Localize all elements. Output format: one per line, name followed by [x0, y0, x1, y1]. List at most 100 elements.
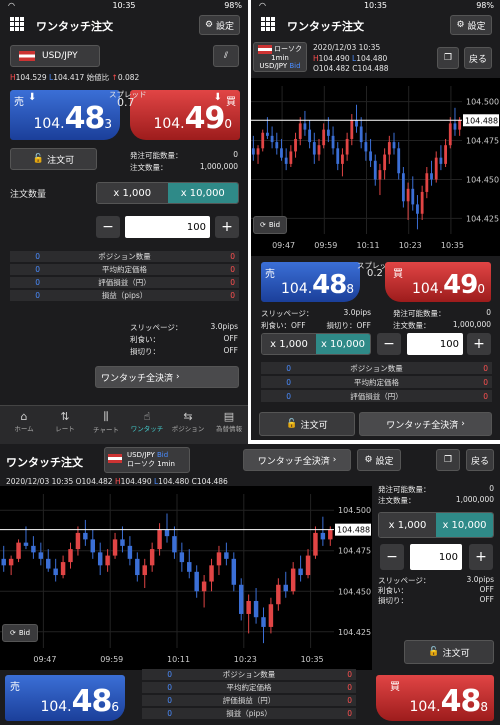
candle-body [201, 581, 207, 592]
candle-body [283, 584, 288, 592]
candle-body [364, 142, 368, 152]
candle-body [149, 549, 155, 566]
candle-body [253, 600, 259, 618]
candle-body [276, 584, 281, 605]
candle-body [209, 565, 214, 582]
symbol-selector[interactable]: USD/JPY [10, 45, 100, 67]
x-tick-label: 10:11 [167, 655, 190, 664]
current-price-label: 104.488 [465, 116, 498, 125]
sell-button[interactable]: 売 104.486 [5, 675, 125, 721]
minus-button[interactable]: − [380, 544, 404, 570]
tab-icon: ⫼ [103, 410, 109, 423]
price-chart[interactable]: 104.500 104.475 104.450 104.425 09:47 09:59 10… [0, 486, 372, 670]
back-button[interactable]: 戻る [466, 449, 494, 471]
candle-body [83, 532, 88, 540]
qty-input[interactable]: 100 [410, 544, 462, 570]
candle-body [280, 148, 283, 158]
candle-body [112, 539, 118, 556]
candle-body [142, 565, 147, 576]
candle-body [261, 132, 265, 149]
gear-icon: ⚙ [364, 455, 373, 465]
candle-body [127, 545, 133, 559]
panel-portrait-chart: ◠ 10:35 98% ワンタッチ注文 ⚙ 設定 ローソク 1min USD/JPY … [251, 0, 500, 440]
close-all-button[interactable]: ワンタッチ全決済 › [95, 366, 239, 388]
plus-button[interactable]: + [469, 544, 493, 570]
buy-button[interactable]: 買 104.488 [376, 675, 494, 721]
current-price-label: 104.488 [337, 526, 370, 535]
lock-button[interactable]: 🔓 注文可 [10, 148, 97, 170]
tab-2[interactable]: ⫼ チャート [86, 410, 126, 434]
close-all-button[interactable]: ワンタッチ全決済 › [243, 449, 351, 471]
settings-button[interactable]: ⚙ 設定 [450, 15, 492, 35]
layout-toggle-button[interactable]: ❐ [437, 47, 459, 69]
candle-body [75, 532, 81, 550]
candle-body [23, 542, 29, 546]
candle-body [355, 120, 358, 127]
x-tick-label: 09:47 [33, 655, 56, 664]
layout-toggle-button[interactable]: ❐ [436, 449, 460, 471]
position-row: 0 平均約定価格 0 [142, 682, 356, 693]
menu-icon[interactable] [10, 17, 24, 31]
tab-0[interactable]: ⌂ ホーム [4, 410, 44, 433]
sell-button[interactable]: 売 104.488 [261, 262, 360, 302]
tab-3[interactable]: ☝ ワンタッチ [127, 410, 167, 433]
position-row: 0 損益（pips） 0 [142, 708, 356, 719]
tab-1[interactable]: ⇅ レート [45, 410, 85, 433]
candle-body [434, 157, 438, 180]
candle-body [270, 135, 274, 143]
settings-button[interactable]: ⚙ 設定 [199, 15, 240, 35]
tab-5[interactable]: ▤ 為替情報 [209, 410, 248, 433]
tab-icon: ▤ [223, 410, 235, 423]
y-tick-label: 104.475 [338, 547, 371, 556]
menu-icon[interactable] [261, 17, 275, 31]
lock-button[interactable]: 🔓 注文可 [259, 412, 355, 436]
candle-body [359, 126, 363, 143]
price-chart[interactable]: 104.500 104.475 104.450 104.425 09:47 09:59 10… [251, 78, 500, 256]
settings-button[interactable]: ⚙ 設定 [357, 449, 401, 471]
candle-body [298, 568, 303, 576]
buy-button[interactable]: 買 ⬇ 104.490 [130, 90, 240, 140]
back-button[interactable]: 戻る [464, 47, 492, 69]
tab-4[interactable]: ⇆ ポジション [168, 410, 208, 433]
lock-button[interactable]: 🔓 注文可 [404, 640, 494, 664]
minus-button[interactable]: − [96, 216, 120, 238]
qty-multiplier[interactable]: x 1,000 x 10,000 [96, 182, 239, 204]
flag-icon [19, 51, 35, 61]
panel-landscape: ワンタッチ注文 USD/JPY Bid ローソク 1min ワンタッチ全決済 › ⚙… [0, 444, 500, 725]
flag-icon [108, 454, 122, 463]
qty-multiplier[interactable]: x 1,000 x 10,000 [261, 333, 371, 355]
chart-toggle-button[interactable]: ⫽ [213, 45, 239, 67]
position-row: 0 評価損益（円） 0 [261, 390, 492, 402]
minus-button[interactable]: − [377, 333, 401, 355]
sell-button[interactable]: 売 ⬇ 104.483 [10, 90, 120, 140]
qty-input[interactable]: 100 [125, 216, 210, 238]
position-row: 0 平均約定価格 0 [10, 264, 239, 275]
candle-body [231, 558, 237, 585]
y-tick-label: 104.500 [338, 506, 371, 515]
x-tick-label: 10:23 [399, 241, 422, 250]
plus-button[interactable]: + [215, 216, 239, 238]
candle-body [216, 552, 222, 566]
symbol-selector[interactable]: ローソク 1min USD/JPY Bid [253, 42, 307, 72]
candle-body [439, 157, 443, 164]
candle-body [392, 142, 396, 149]
bid-ask-toggle[interactable]: ⟳ Bid [2, 624, 38, 642]
candle-body [416, 204, 419, 214]
bid-ask-toggle[interactable]: ⟳ Bid [253, 216, 287, 234]
panel-portrait-order: ◠ 10:35 98% ワンタッチ注文 ⚙ 設定 USD/JPY ⫽ H104.529… [0, 0, 248, 458]
candle-body [179, 552, 185, 563]
plus-button[interactable]: + [467, 333, 491, 355]
candle-body [298, 123, 302, 139]
candle-body [238, 584, 244, 614]
refresh-icon: ⟳ [259, 221, 266, 229]
position-row: 0 評価損益（円） 0 [10, 277, 239, 288]
candle-body [328, 529, 333, 540]
position-row: 0 ポジション数量 0 [261, 362, 492, 374]
buy-button[interactable]: 買 104.490 [385, 262, 491, 302]
candle-body [322, 129, 326, 146]
candle-body [387, 142, 391, 155]
qty-multiplier[interactable]: x 1,000 x 10,000 [378, 512, 494, 538]
close-all-button[interactable]: ワンタッチ全決済 › [359, 412, 492, 436]
qty-input[interactable]: 100 [407, 333, 463, 355]
candle-body [172, 536, 177, 553]
